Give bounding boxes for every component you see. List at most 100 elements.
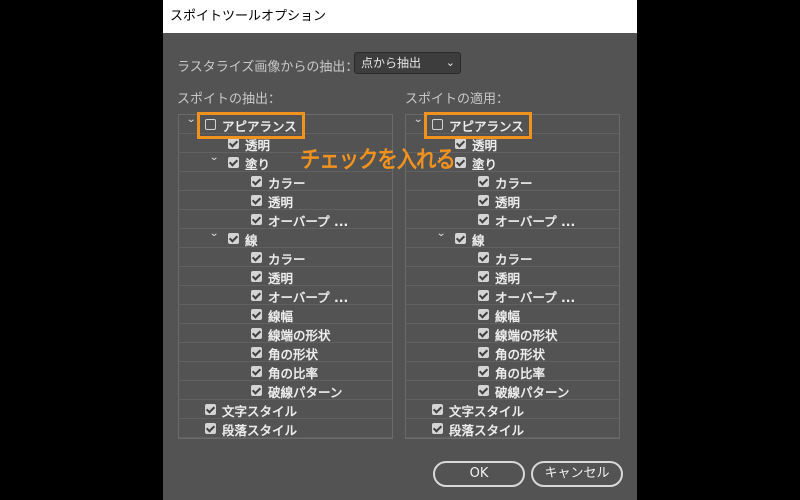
tree-row-label: カラー	[268, 176, 306, 191]
tree-row-label: 角の形状	[495, 347, 546, 362]
checkbox-checked[interactable]	[478, 290, 489, 301]
picks-up-tree-row: カラー	[179, 248, 392, 267]
expand-chevron-icon[interactable]: ⌄	[436, 228, 446, 239]
raster-extract-label: ラスタライズ画像からの抽出：	[177, 60, 359, 75]
checkbox-checked[interactable]	[251, 347, 262, 358]
checkbox-checked[interactable]	[251, 214, 262, 225]
expand-chevron-icon[interactable]: ⌄	[413, 114, 423, 125]
checkbox-checked[interactable]	[205, 404, 216, 415]
tree-row-label: 段落スタイル	[449, 423, 525, 438]
tree-row-label: 線	[245, 233, 258, 248]
checkbox-checked[interactable]	[251, 385, 262, 396]
tree-row-label: 塗り	[245, 157, 271, 172]
tree-row-label: 段落スタイル	[222, 423, 298, 438]
applies-tree-row: 透明	[406, 191, 619, 210]
applies-tree-row: 透明	[406, 267, 619, 286]
picks-up-tree-row: オーバープ ...	[179, 210, 392, 229]
tree-row-label: 破線パターン	[268, 385, 343, 400]
picks-up-tree-row: 文字スタイル	[179, 400, 392, 419]
checkbox-checked[interactable]	[251, 252, 262, 263]
checkbox-checked[interactable]	[478, 252, 489, 263]
tree-row-label: 角の形状	[268, 347, 319, 362]
checkbox-checked[interactable]	[478, 195, 489, 206]
tree-row-label: 塗り	[472, 157, 498, 172]
picks-up-tree-row: 透明	[179, 267, 392, 286]
chevron-down-icon: ⌄	[445, 56, 455, 69]
checkbox-checked[interactable]	[228, 233, 239, 244]
checkbox-checked[interactable]	[478, 366, 489, 377]
picks-up-tree-row: 線幅	[179, 305, 392, 324]
applies-tree-row: 角の形状	[406, 343, 619, 362]
tree-row-label: 文字スタイル	[222, 404, 298, 419]
checkbox-checked[interactable]	[478, 176, 489, 187]
cancel-button[interactable]: キャンセル	[531, 461, 623, 487]
tree-row-label: オーバープ ...	[495, 290, 576, 305]
checkbox-checked[interactable]	[478, 214, 489, 225]
expand-chevron-icon[interactable]: ⌄	[186, 114, 196, 125]
applies-tree-row: カラー	[406, 248, 619, 267]
eyedropper-picks-up-header: スポイトの抽出：	[177, 92, 282, 107]
applies-tree-row: 線端の形状	[406, 324, 619, 343]
checkbox-checked[interactable]	[251, 176, 262, 187]
checkbox-checked[interactable]	[455, 138, 466, 149]
applies-tree-row: 角の比率	[406, 362, 619, 381]
picks-up-tree-row: 破線パターン	[179, 381, 392, 400]
tree-row-label: オーバープ ...	[495, 214, 576, 229]
dialog-title: スポイトツールオプション	[163, 0, 637, 33]
checkbox-checked[interactable]	[228, 138, 239, 149]
picks-up-tree-row: 角の形状	[179, 343, 392, 362]
picks-up-tree-row: オーバープ ...	[179, 286, 392, 305]
checkbox-checked[interactable]	[205, 423, 216, 434]
eyedropper-options-dialog: スポイトツールオプション ラスタライズ画像からの抽出： 点から抽出 ⌄ スポイト…	[163, 0, 637, 500]
applies-tree-row: 文字スタイル	[406, 400, 619, 419]
raster-extract-value: 点から抽出	[361, 56, 422, 70]
tree-row-label: カラー	[495, 252, 533, 267]
appearance-highlight-left	[197, 112, 305, 139]
checkbox-checked[interactable]	[478, 328, 489, 339]
ok-button[interactable]: OK	[433, 461, 525, 487]
tree-row-label: 線端の形状	[495, 328, 558, 343]
tree-row-label: 透明	[268, 195, 294, 210]
tree-row-label: オーバープ ...	[268, 290, 349, 305]
tree-row-label: 角の比率	[268, 366, 319, 381]
checkbox-checked[interactable]	[251, 195, 262, 206]
tree-row-label: カラー	[268, 252, 306, 267]
checkbox-checked[interactable]	[432, 423, 443, 434]
checkbox-checked[interactable]	[251, 290, 262, 301]
checkbox-checked[interactable]	[251, 366, 262, 377]
checkbox-checked[interactable]	[455, 157, 466, 168]
applies-tree-row: オーバープ ...	[406, 210, 619, 229]
applies-tree-row: オーバープ ...	[406, 286, 619, 305]
appearance-highlight-right	[424, 112, 532, 139]
picks-up-tree-row: カラー	[179, 172, 392, 191]
checkbox-checked[interactable]	[478, 271, 489, 282]
checkbox-checked[interactable]	[228, 157, 239, 168]
eyedropper-applies-header: スポイトの適用：	[405, 92, 510, 107]
checkbox-checked[interactable]	[251, 328, 262, 339]
checkbox-checked[interactable]	[251, 309, 262, 320]
checkbox-checked[interactable]	[251, 271, 262, 282]
applies-tree-row: カラー	[406, 172, 619, 191]
tree-row-label: オーバープ ...	[268, 214, 349, 229]
checkbox-checked[interactable]	[432, 404, 443, 415]
expand-chevron-icon[interactable]: ⌄	[209, 152, 219, 163]
picks-up-tree-row: 透明	[179, 191, 392, 210]
tree-row-label: 線幅	[268, 309, 294, 324]
tree-row-label: 線端の形状	[268, 328, 331, 343]
applies-tree-row: ⌄ 線	[406, 228, 619, 248]
tree-row-label: 角の比率	[495, 366, 546, 381]
tree-row-label: 透明	[495, 195, 521, 210]
expand-chevron-icon[interactable]: ⌄	[209, 228, 219, 239]
raster-extract-select[interactable]: 点から抽出 ⌄	[354, 52, 461, 74]
tree-row-label: 透明	[268, 271, 294, 286]
checkbox-checked[interactable]	[455, 233, 466, 244]
applies-tree-row: 破線パターン	[406, 381, 619, 400]
tree-row-label: 線幅	[495, 309, 521, 324]
checkbox-checked[interactable]	[478, 347, 489, 358]
tree-row-label: 透明	[495, 271, 521, 286]
checkbox-checked[interactable]	[478, 309, 489, 320]
annotation-check-it: チェックを入れる	[300, 147, 456, 173]
applies-tree-row: 段落スタイル	[406, 419, 619, 438]
checkbox-checked[interactable]	[478, 385, 489, 396]
tree-row-label: カラー	[495, 176, 533, 191]
